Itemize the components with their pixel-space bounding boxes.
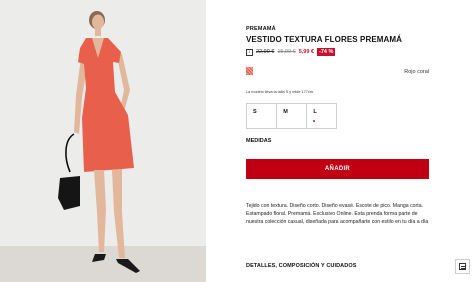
price-current: 5,99 € (298, 49, 315, 55)
size-option-s[interactable]: S (246, 103, 277, 129)
size-label: S (253, 109, 257, 115)
low-stock-dot (313, 120, 316, 122)
product-description: Tejido con textura. Diseño corto. Diseño… (246, 203, 429, 225)
color-name: Rojo coral (404, 69, 429, 75)
price-original: 22,99 € (256, 49, 275, 55)
product-info-panel: PREMAMÁ VESTIDO TEXTURA FLORES PREMAMÁ i… (246, 0, 446, 282)
info-icon[interactable]: i (246, 48, 253, 56)
product-title: VESTIDO TEXTURA FLORES PREMAMÁ (246, 35, 403, 44)
price-row: i 22,99 € 15,99 € 5,99 € -74 % (246, 47, 336, 57)
size-selector: S M L (246, 103, 338, 129)
discount-badge: -74 % (317, 48, 336, 56)
size-label: L (313, 109, 317, 115)
price-previous: 15,99 € (277, 49, 296, 55)
details-accordion[interactable]: DETALLES, COMPOSICIÓN Y CUIDADOS (246, 263, 356, 269)
measures-link[interactable]: MEDIDAS (246, 138, 271, 144)
size-option-m[interactable]: M (276, 103, 308, 129)
size-option-l[interactable]: L (306, 103, 338, 129)
product-brand: PREMAMÁ (246, 26, 276, 32)
product-photo[interactable] (0, 0, 206, 282)
color-swatch[interactable] (246, 67, 253, 75)
size-label: M (283, 109, 288, 115)
model-size-note: La modelo lleva la talla S y mide 177cm. (246, 90, 314, 94)
model-figure (58, 11, 140, 273)
list-icon (459, 263, 466, 270)
add-to-cart-button[interactable]: AÑADIR (246, 159, 429, 179)
floating-button[interactable] (455, 259, 470, 274)
